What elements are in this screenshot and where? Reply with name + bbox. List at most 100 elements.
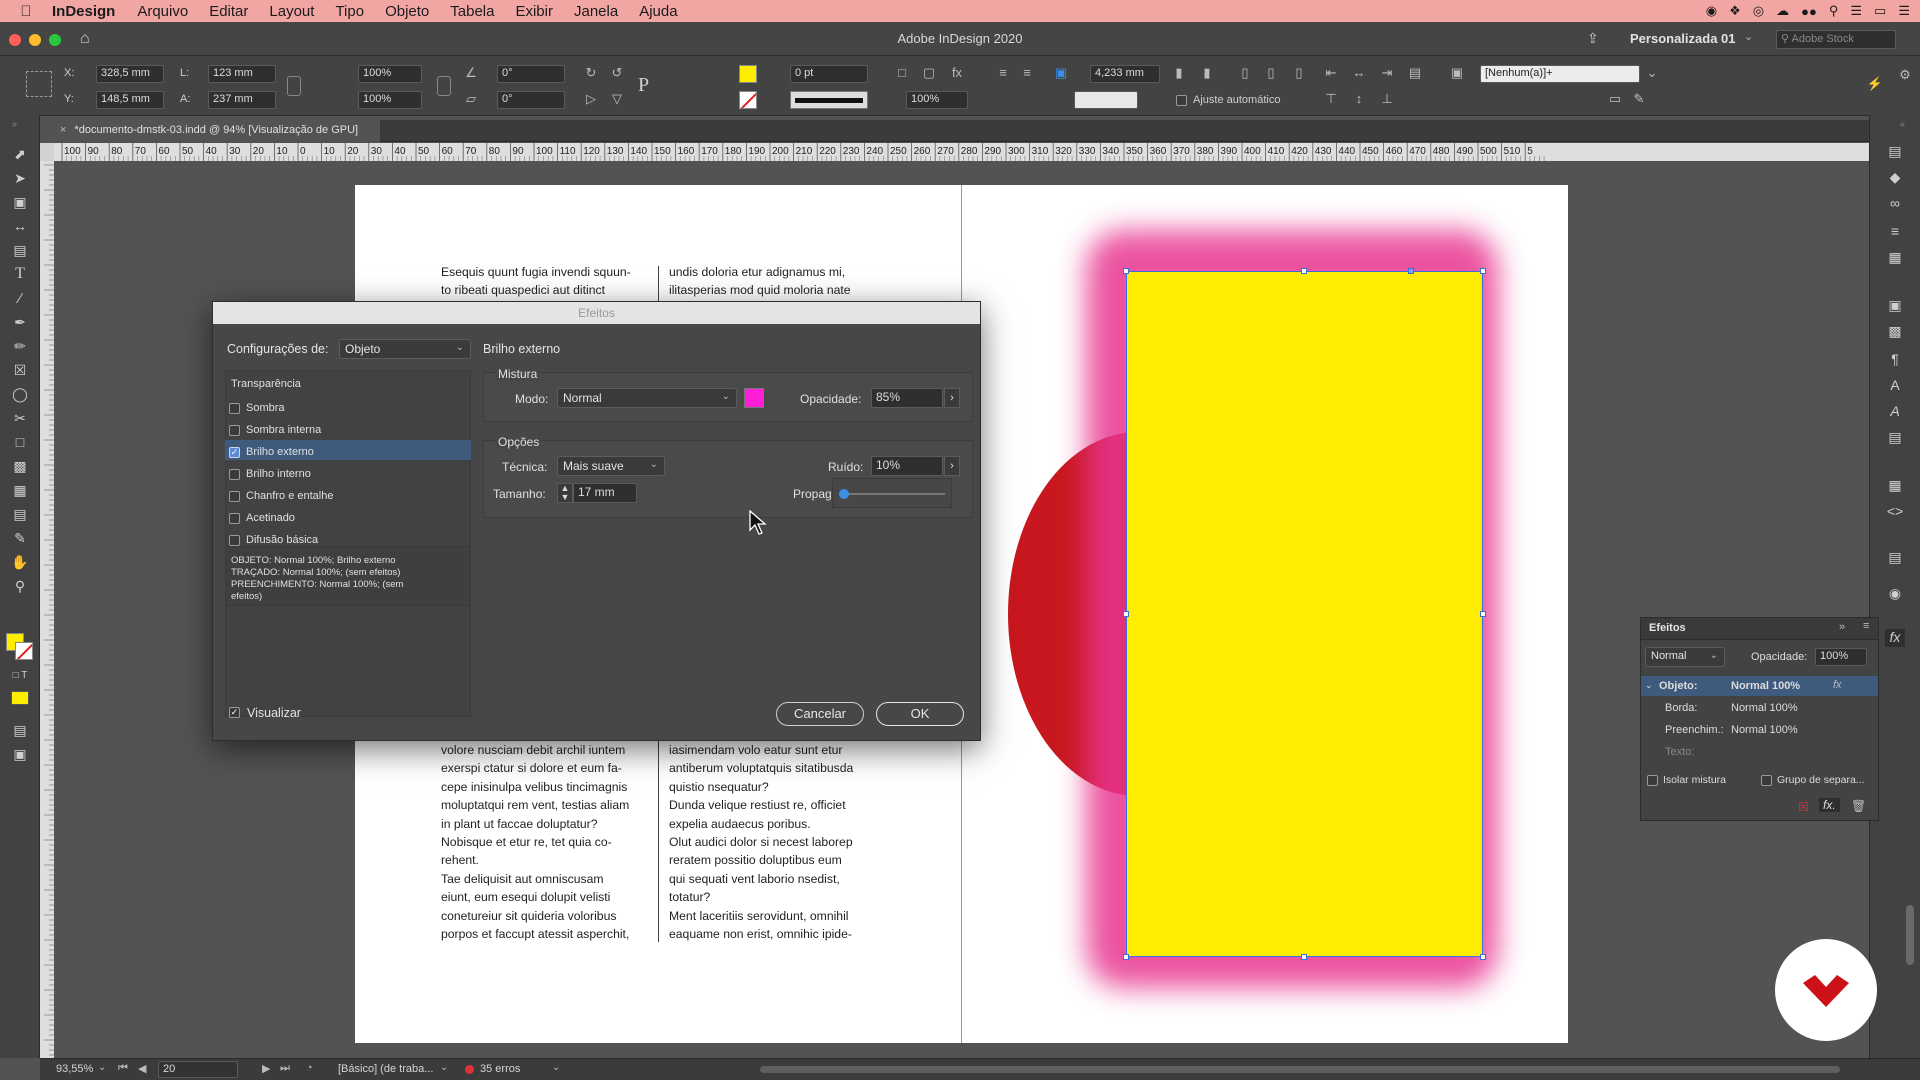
text-column-2-top[interactable]: undis doloria etur adignamus mi, ilitasp… (669, 263, 881, 300)
constrain-proportions-icon[interactable] (287, 76, 301, 96)
effect-option-3[interactable]: Brilho interno (229, 464, 311, 484)
object-style-icon[interactable]: ▣ (1448, 65, 1466, 81)
formatting-affects-container-icon[interactable]: □ T (11, 667, 29, 685)
stroke-swatch[interactable] (739, 91, 757, 109)
add-effect-icon[interactable]: fx. (1819, 798, 1840, 812)
open-page-icon[interactable]: ◔ (306, 1062, 313, 1074)
text-wrap-panel-icon[interactable]: ▩ (1885, 323, 1905, 341)
quick-apply-icon[interactable]: ▭ (1606, 91, 1624, 107)
rotate-cw-icon[interactable]: ↻ (582, 65, 600, 81)
menu-app[interactable]: InDesign (52, 3, 115, 20)
clear-effects-icon[interactable]: ☒ (1798, 800, 1809, 814)
menu-objeto[interactable]: Objeto (385, 3, 429, 20)
effects-row-object[interactable]: ⌄ Objeto: Normal 100% fx (1641, 676, 1878, 696)
constrain-scale-icon[interactable] (437, 76, 451, 96)
ruler-origin[interactable] (40, 143, 54, 161)
battery-icon[interactable]: ▭ (1874, 3, 1886, 19)
spread-slider-thumb[interactable] (839, 489, 849, 499)
distribute-2-icon[interactable]: ▯ (1262, 65, 1280, 81)
apple-icon[interactable]:  (0, 3, 52, 20)
effect-option-5[interactable]: Acetinado (229, 508, 295, 528)
blend-mode-select[interactable]: Normal ⌄ (1645, 647, 1725, 667)
screen-mode-icon[interactable]: ▤ (11, 721, 29, 739)
corner-option-handle[interactable] (1408, 268, 1414, 274)
gradient-feather-tool-icon[interactable]: ▦ (11, 481, 29, 499)
effect-option-0[interactable]: Sombra (229, 398, 285, 418)
page-tool-icon[interactable]: ▣ (11, 193, 29, 211)
inset-field[interactable]: 4,233 mm (1090, 65, 1160, 83)
paragraph-styles-icon[interactable]: ▤ (1885, 429, 1905, 447)
glow-color-swatch[interactable] (744, 388, 764, 408)
fx-icon[interactable]: fx (948, 65, 966, 80)
menu-arquivo[interactable]: Arquivo (137, 3, 188, 20)
content-collector-icon[interactable]: ▤ (11, 241, 29, 259)
gap-tool-icon[interactable]: ↔ (11, 217, 29, 235)
hand-tool-icon[interactable]: ✋ (11, 553, 29, 571)
control-center-icon[interactable]: ☰ (1898, 3, 1910, 19)
settings-icon[interactable]: ⚙ (1896, 67, 1914, 83)
isolate-blending-checkbox[interactable] (1647, 775, 1658, 786)
size-stepper[interactable]: ▲ ▼ (557, 483, 573, 503)
text-column-2-bottom[interactable]: iasimendam volo eatur sunt etur antiberu… (669, 741, 881, 943)
opacity-field[interactable]: 100% (906, 91, 968, 109)
settings-for-select[interactable]: Objeto ⌄ (339, 339, 471, 359)
y-field[interactable]: 148,5 mm (96, 91, 164, 109)
dock-scrollbar[interactable] (1906, 905, 1914, 965)
noise-input[interactable]: 10% (871, 456, 943, 476)
menu-ajuda[interactable]: Ajuda (639, 3, 677, 20)
flip-horizontal-icon[interactable]: ▷ (582, 91, 600, 107)
handle-bottom-left[interactable] (1123, 954, 1129, 960)
text-wrap-around-icon[interactable]: ≡ (1018, 65, 1036, 80)
document-tab[interactable]: × *documento-dmstk-03.indd @ 94% [Visuali… (52, 120, 380, 142)
cancel-button[interactable]: Cancelar (776, 702, 864, 726)
effect-checkbox[interactable] (229, 468, 240, 480)
menu-tipo[interactable]: Tipo (335, 3, 364, 20)
technique-select[interactable]: Mais suave ⌄ (557, 456, 665, 476)
handle-middle-right[interactable] (1480, 611, 1486, 617)
handle-bottom-right[interactable] (1480, 954, 1486, 960)
height-field[interactable]: 237 mm (208, 91, 276, 109)
effect-option-4[interactable]: Chanfro e entalhe (229, 486, 333, 506)
paragraph-panel-icon[interactable]: ¶ (1885, 351, 1905, 369)
eyes-icon[interactable]: ●● (1801, 4, 1817, 19)
text-column-1-bottom[interactable]: volore nusciam debit archil iuntem exers… (441, 741, 653, 943)
menu-editar[interactable]: Editar (209, 3, 248, 20)
menu-janela[interactable]: Janela (574, 3, 618, 20)
scale-x-field[interactable]: 100% (358, 65, 422, 83)
effects-row-fill[interactable]: Preenchim.: Normal 100% (1641, 720, 1878, 740)
effect-checkbox[interactable] (229, 534, 240, 546)
stock-search-input[interactable]: ⚲ Adobe Stock (1776, 30, 1896, 49)
stroke-type-select[interactable] (790, 91, 868, 109)
character-styles-icon[interactable]: A (1885, 403, 1905, 421)
align-center-icon[interactable]: ▮ (1198, 65, 1216, 81)
spread-slider-track[interactable] (839, 493, 945, 495)
align-top-icon[interactable]: ⊤ (1322, 91, 1340, 107)
effects-panel-icon[interactable]: fx (1885, 629, 1905, 647)
next-page-icon[interactable]: ▶ (262, 1062, 270, 1075)
knockout-group-checkbox[interactable] (1761, 775, 1772, 786)
free-transform-tool-icon[interactable]: □ (11, 433, 29, 451)
inset-icon[interactable]: ▣ (1052, 65, 1070, 81)
gradient-panel-icon[interactable]: ▦ (1885, 477, 1905, 495)
transparency-item[interactable]: Transparência (231, 378, 301, 390)
align-middle-icon[interactable]: ↕ (1350, 91, 1368, 106)
distribute-icon[interactable]: ▯ (1236, 65, 1254, 81)
chevron-down-icon[interactable]: ⌄ (98, 1062, 106, 1073)
preview-checkbox[interactable]: ✓ (229, 707, 240, 718)
handle-top-right[interactable] (1480, 268, 1486, 274)
rotate-ccw-icon[interactable]: ↺ (608, 65, 626, 81)
zoom-tool-icon[interactable]: ⚲ (11, 577, 29, 595)
panel-opacity-field[interactable]: 100% (1815, 648, 1867, 666)
effect-checkbox[interactable] (229, 424, 240, 436)
eyedropper-tool-icon[interactable]: ✎ (11, 529, 29, 547)
cc-libraries-icon[interactable]: ▣ (1885, 297, 1905, 315)
shear-field[interactable]: 0° (497, 91, 565, 109)
effect-option-2[interactable]: ✓ Brilho externo (229, 442, 314, 462)
pen-tool-icon[interactable]: ✒ (11, 313, 29, 331)
collapse-dock-icon[interactable]: « (1900, 119, 1905, 129)
p-reference-icon[interactable]: P (638, 74, 649, 97)
zoom-level[interactable]: 93,55% (56, 1063, 93, 1075)
effect-checkbox[interactable] (229, 512, 240, 524)
stroke-weight-field[interactable]: 0 pt (790, 65, 868, 83)
disclosure-icon[interactable]: ⌄ (1645, 680, 1653, 691)
